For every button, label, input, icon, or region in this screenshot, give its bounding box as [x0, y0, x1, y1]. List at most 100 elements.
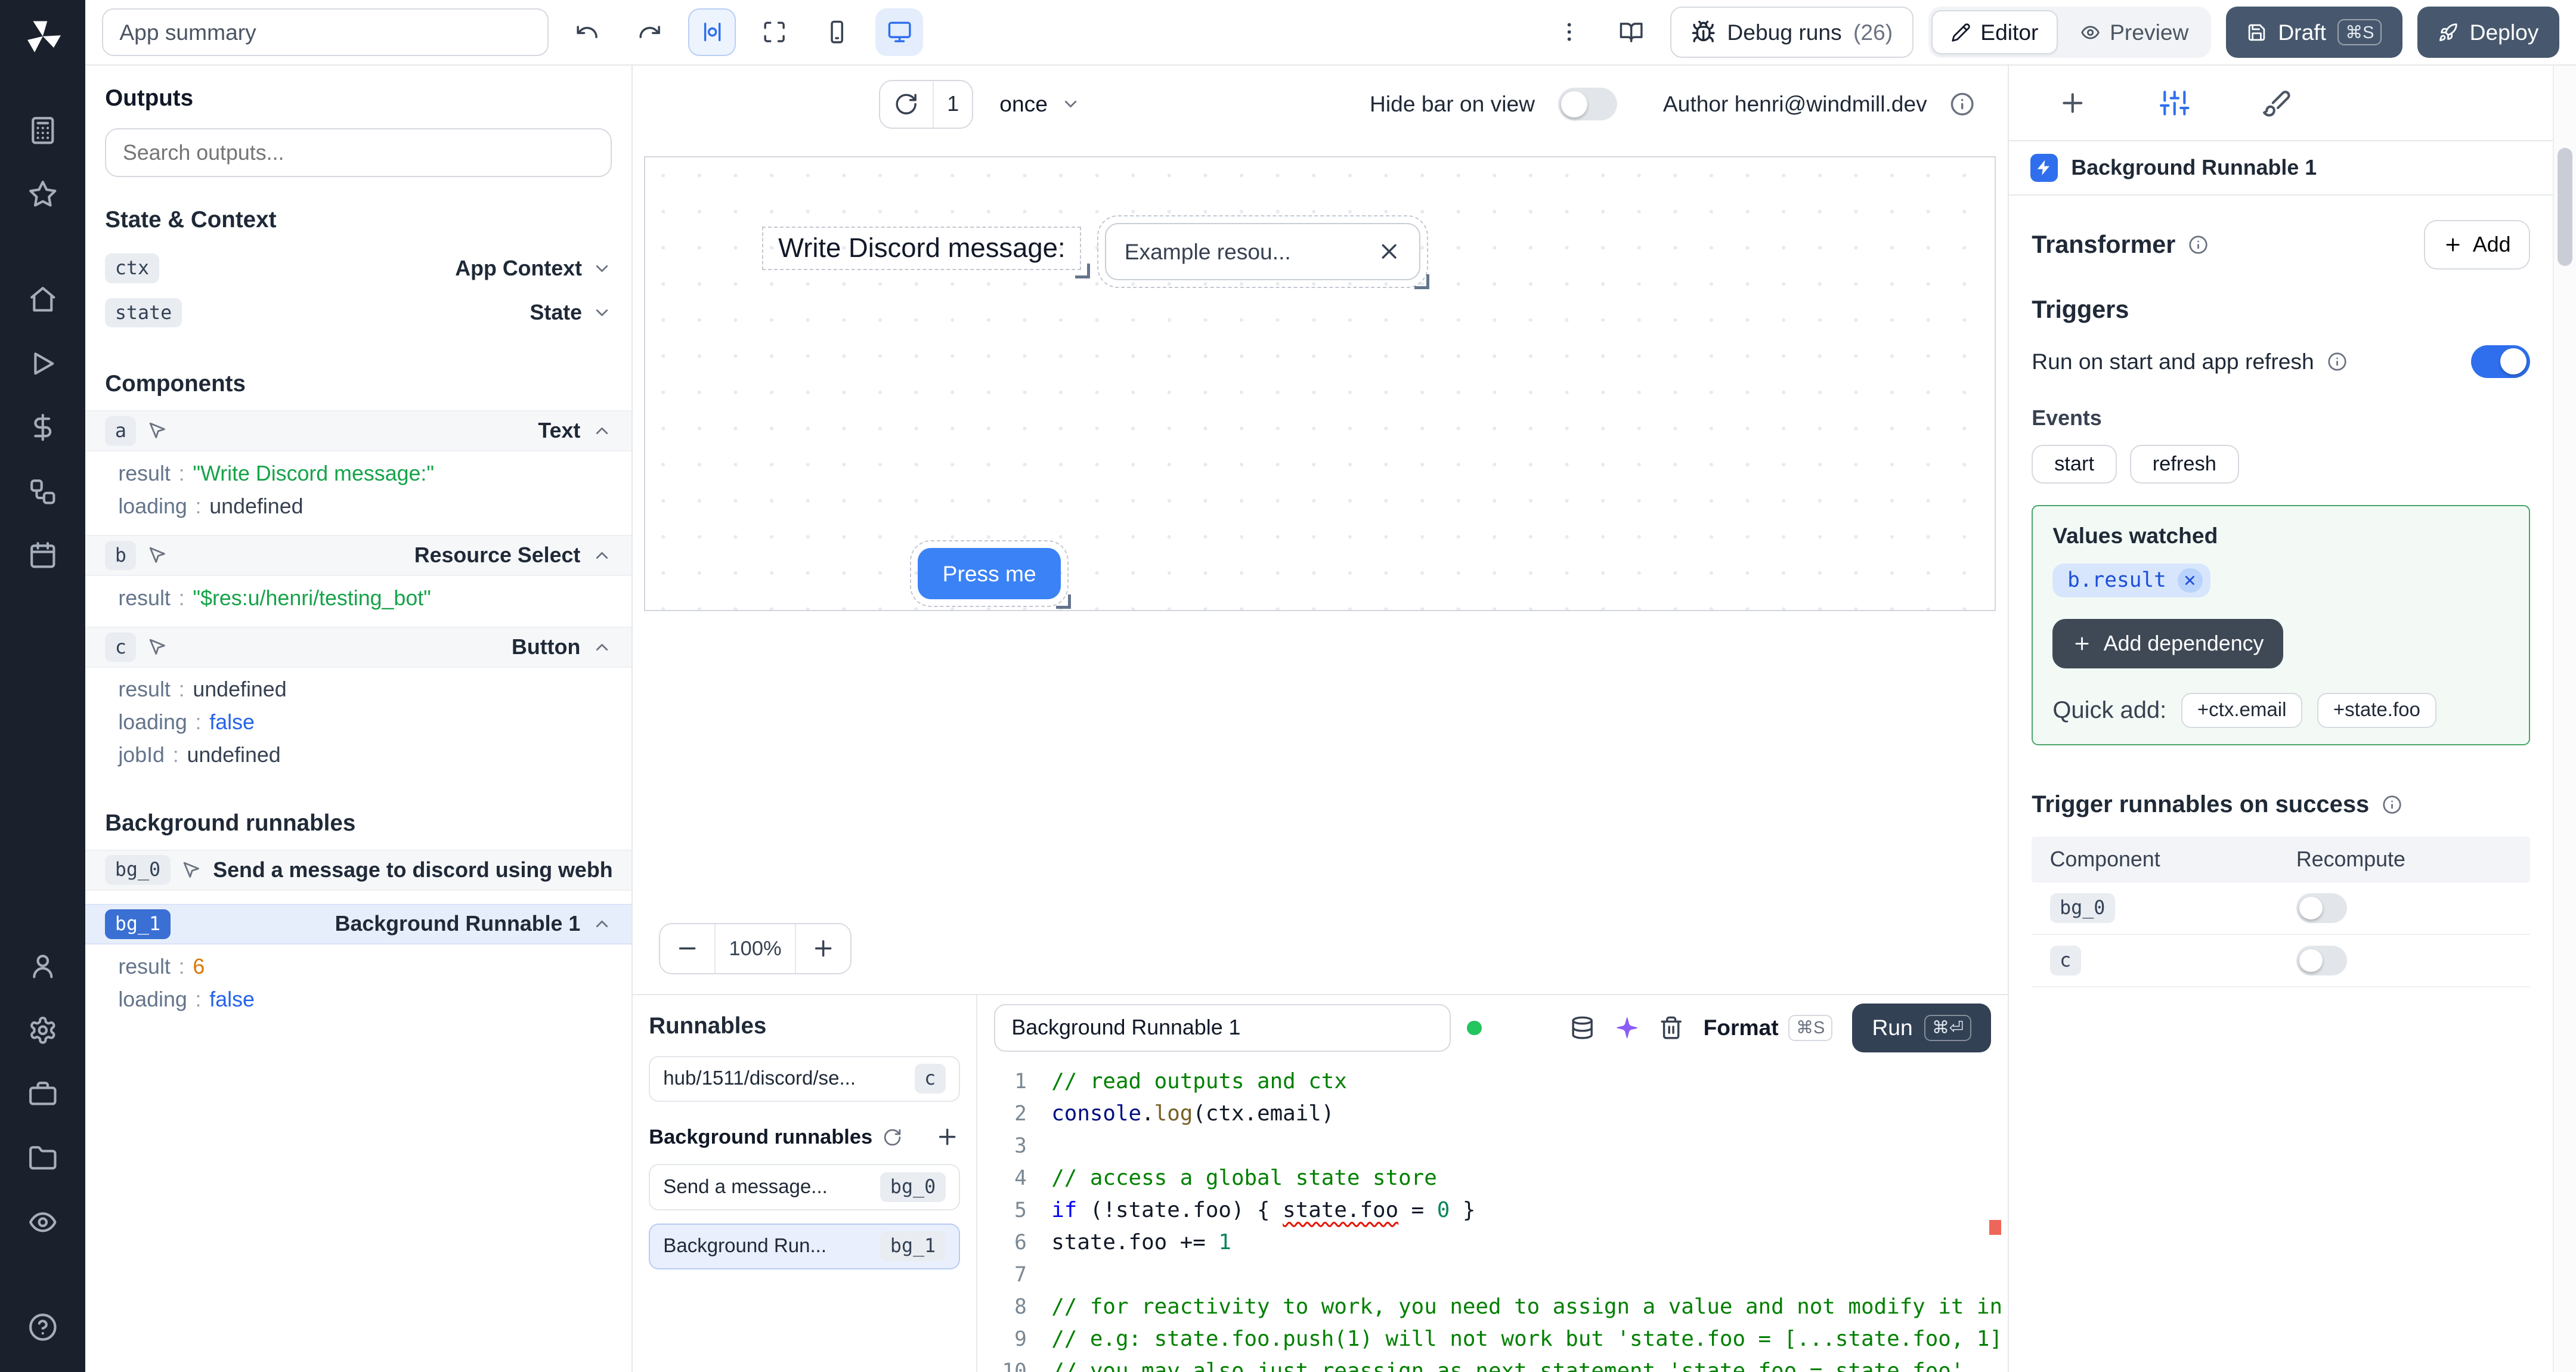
column-recompute: Recompute — [2296, 847, 2405, 871]
component-c-header[interactable]: c Button — [85, 627, 631, 668]
bg0-row[interactable]: bg_0 Send a message to discord using web… — [85, 849, 631, 891]
left-icon-rail — [0, 0, 86, 1372]
tab-editor[interactable]: Editor — [1931, 10, 2058, 55]
add-transformer-label: Add — [2472, 232, 2511, 256]
more-menu-button[interactable] — [1545, 8, 1593, 56]
quick-add-ctx-email[interactable]: +ctx.email — [2181, 693, 2303, 728]
recompute-toggle-c[interactable] — [2296, 946, 2348, 975]
brush-icon — [2263, 90, 2290, 117]
undo-button[interactable] — [564, 8, 611, 56]
add-runnable-button[interactable] — [935, 1125, 959, 1149]
zoom-in-button[interactable] — [796, 924, 851, 973]
state-row[interactable]: state State — [105, 290, 611, 335]
text-component[interactable]: Write Discord message: — [762, 227, 1090, 279]
runnable-item-bg0[interactable]: Send a message... bg_0 — [649, 1164, 960, 1210]
app-canvas[interactable]: Write Discord message: Example resou... … — [643, 156, 1996, 611]
search-outputs-input[interactable] — [105, 128, 612, 178]
component-outline-toggle[interactable] — [688, 8, 736, 57]
account-button[interactable] — [13, 938, 72, 994]
delete-runnable-button[interactable] — [1659, 1015, 1683, 1040]
quick-add-state-foo[interactable]: +state.foo — [2317, 693, 2436, 728]
recompute-toggle-bg0[interactable] — [2296, 893, 2348, 923]
outline-icon — [704, 23, 721, 42]
quick-add-label: Quick add: — [2052, 696, 2167, 723]
clear-icon[interactable] — [1377, 239, 1401, 264]
runnable-item-bg1[interactable]: Background Run... bg_1 — [649, 1223, 960, 1269]
pointer-icon — [182, 860, 202, 880]
redo-icon — [639, 26, 660, 39]
runnable-item-hub[interactable]: hub/1511/discord/se... c — [649, 1055, 960, 1102]
mobile-view-button[interactable] — [813, 8, 861, 56]
variables-button[interactable] — [13, 399, 72, 456]
code-line: 4// access a global state store — [1014, 1166, 1437, 1191]
scrollbar-thumb[interactable] — [2557, 147, 2573, 267]
refresh-all-button[interactable]: 1 — [878, 79, 974, 129]
schedule-dropdown[interactable]: once — [999, 91, 1080, 117]
row-component-badge: bg_0 — [2049, 893, 2115, 923]
windmill-app-editor: Debug runs (26) Editor Preview Draft ⌘S … — [0, 0, 2576, 1372]
dependency-chip-label: b.result — [2067, 568, 2166, 593]
hide-bar-toggle[interactable] — [1558, 88, 1617, 121]
home-button[interactable] — [13, 271, 72, 327]
debug-runs-button[interactable]: Debug runs (26) — [1670, 7, 1914, 58]
cache-button[interactable] — [1570, 1015, 1594, 1040]
resources-button[interactable] — [13, 464, 72, 520]
format-button[interactable]: Format ⌘S — [1704, 1014, 1833, 1042]
audit-logs-button[interactable] — [13, 1194, 72, 1250]
tab-preview[interactable]: Preview — [2061, 10, 2207, 54]
background-runnables-title: Background runnables — [105, 810, 356, 836]
schedules-button[interactable] — [13, 528, 72, 584]
runs-button[interactable] — [13, 336, 72, 392]
code-line: 5 if (!state.foo) { state.foo = 0 } — [1014, 1198, 1476, 1223]
run-button[interactable]: Run ⌘⏎ — [1852, 1003, 1992, 1053]
runnable-label: Background Run... — [663, 1235, 826, 1258]
button-component[interactable]: Press me — [910, 540, 1071, 609]
docs-button[interactable] — [1608, 8, 1655, 56]
apps-button[interactable] — [13, 103, 72, 159]
code-editor[interactable]: 1// read outputs and ctx 2 console.log(ctx… — [977, 1061, 2007, 1371]
remove-dependency-icon[interactable] — [2178, 568, 2203, 593]
tab-insert-component[interactable] — [2045, 75, 2101, 131]
event-chip-refresh[interactable]: refresh — [2129, 445, 2239, 484]
help-button[interactable] — [13, 1299, 72, 1355]
favorites-button[interactable] — [13, 166, 72, 222]
fullscreen-button[interactable] — [751, 8, 798, 56]
resize-handle[interactable] — [1055, 594, 1071, 609]
resize-handle[interactable] — [1414, 274, 1429, 289]
draft-button[interactable]: Draft ⌘S — [2225, 7, 2403, 58]
component-b-header[interactable]: b Resource Select — [85, 535, 631, 577]
pointer-icon — [148, 421, 168, 441]
component-a-header[interactable]: a Text — [85, 410, 631, 452]
tab-component-settings[interactable] — [2147, 75, 2203, 131]
ai-assistant-button[interactable] — [1615, 1015, 1639, 1040]
run-on-start-toggle[interactable] — [2470, 345, 2530, 378]
ctx-row[interactable]: ctx App Context — [105, 246, 611, 290]
redo-button[interactable] — [626, 8, 674, 56]
chevron-up-icon — [596, 644, 608, 651]
triggers-title: Triggers — [2032, 295, 2129, 323]
outputs-panel: Outputs State & Context ctx App Context … — [85, 66, 633, 1372]
tab-styling[interactable] — [2249, 75, 2305, 131]
ctx-badge: ctx — [105, 253, 159, 284]
resource-select-component[interactable]: Example resou... — [1097, 215, 1429, 289]
runnable-name-input[interactable] — [993, 1004, 1451, 1052]
smartphone-icon — [831, 21, 843, 44]
state-badge: state — [105, 298, 182, 328]
bg1-row[interactable]: bg_1 Background Runnable 1 — [85, 903, 631, 945]
bg1-label: Background Runnable 1 — [335, 912, 581, 936]
zoom-out-button[interactable] — [660, 924, 714, 973]
resize-handle[interactable] — [1075, 264, 1090, 279]
app-summary-input[interactable] — [101, 8, 549, 57]
eye-icon — [2080, 26, 2100, 39]
folders-button[interactable] — [13, 1131, 72, 1187]
deploy-button[interactable]: Deploy — [2417, 7, 2560, 58]
desktop-view-button[interactable] — [875, 8, 924, 57]
code-line: 9// e.g: state.foo.push(1) will not work… — [1014, 1327, 2008, 1352]
row-component-badge: c — [2049, 946, 2081, 975]
event-chip-start[interactable]: start — [2032, 445, 2117, 484]
add-transformer-button[interactable]: Add — [2424, 220, 2530, 270]
state-label: State — [530, 301, 583, 325]
settings-button[interactable] — [13, 1002, 72, 1058]
add-dependency-button[interactable]: Add dependency — [2052, 619, 2284, 668]
workers-button[interactable] — [13, 1066, 72, 1122]
